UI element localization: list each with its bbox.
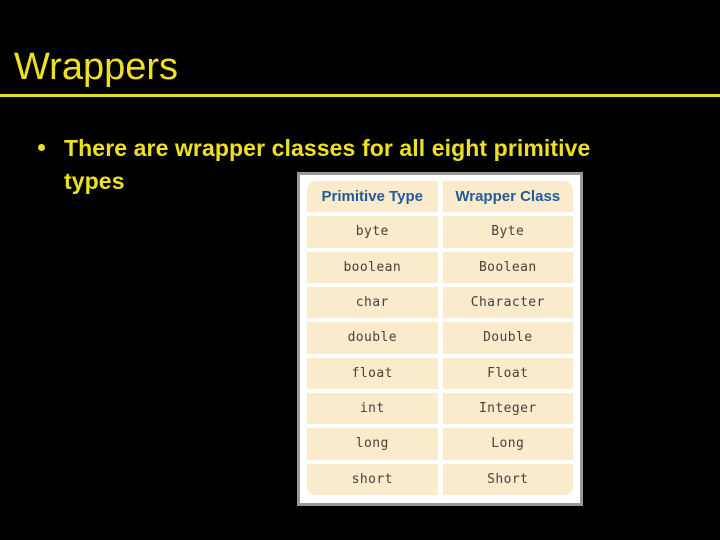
- table-row: char Character: [307, 286, 573, 319]
- cell-primitive-type: long: [307, 428, 438, 460]
- cell-primitive-type: float: [307, 357, 438, 389]
- table-row: short Short: [307, 463, 573, 495]
- cell-wrapper-class: Boolean: [442, 251, 573, 283]
- cell-primitive-type: int: [307, 392, 438, 425]
- table-body: Primitive Type Wrapper Class byte Byte b…: [307, 181, 573, 495]
- cell-wrapper-class: Float: [442, 357, 573, 389]
- cell-wrapper-class: Character: [442, 286, 573, 319]
- column-header-wrapper-class: Wrapper Class: [442, 181, 573, 213]
- cell-wrapper-class: Double: [442, 322, 573, 354]
- page-title: Wrappers: [14, 46, 179, 88]
- cell-primitive-type: char: [307, 286, 438, 319]
- cell-primitive-type: double: [307, 322, 438, 354]
- cell-wrapper-class: Byte: [442, 216, 573, 248]
- cell-primitive-type: boolean: [307, 251, 438, 283]
- cell-primitive-type: short: [307, 463, 438, 495]
- table-row: long Long: [307, 428, 573, 460]
- table-row: double Double: [307, 322, 573, 354]
- cell-primitive-type: byte: [307, 216, 438, 248]
- column-header-primitive-type: Primitive Type: [307, 181, 438, 213]
- table-row: float Float: [307, 357, 573, 389]
- cell-wrapper-class: Long: [442, 428, 573, 460]
- table-row: boolean Boolean: [307, 251, 573, 283]
- slide-canvas: Wrappers There are wrapper classes for a…: [0, 0, 720, 540]
- table-row: byte Byte: [307, 216, 573, 248]
- cell-wrapper-class: Short: [442, 463, 573, 495]
- table-header-row: Primitive Type Wrapper Class: [307, 181, 573, 213]
- primitive-wrapper-table: Primitive Type Wrapper Class byte Byte b…: [297, 172, 583, 506]
- title-divider: [0, 94, 720, 97]
- cell-wrapper-class: Integer: [442, 392, 573, 425]
- table-row: int Integer: [307, 392, 573, 425]
- bullet-dot-icon: [38, 144, 45, 151]
- slide-title-block: Wrappers: [0, 44, 720, 100]
